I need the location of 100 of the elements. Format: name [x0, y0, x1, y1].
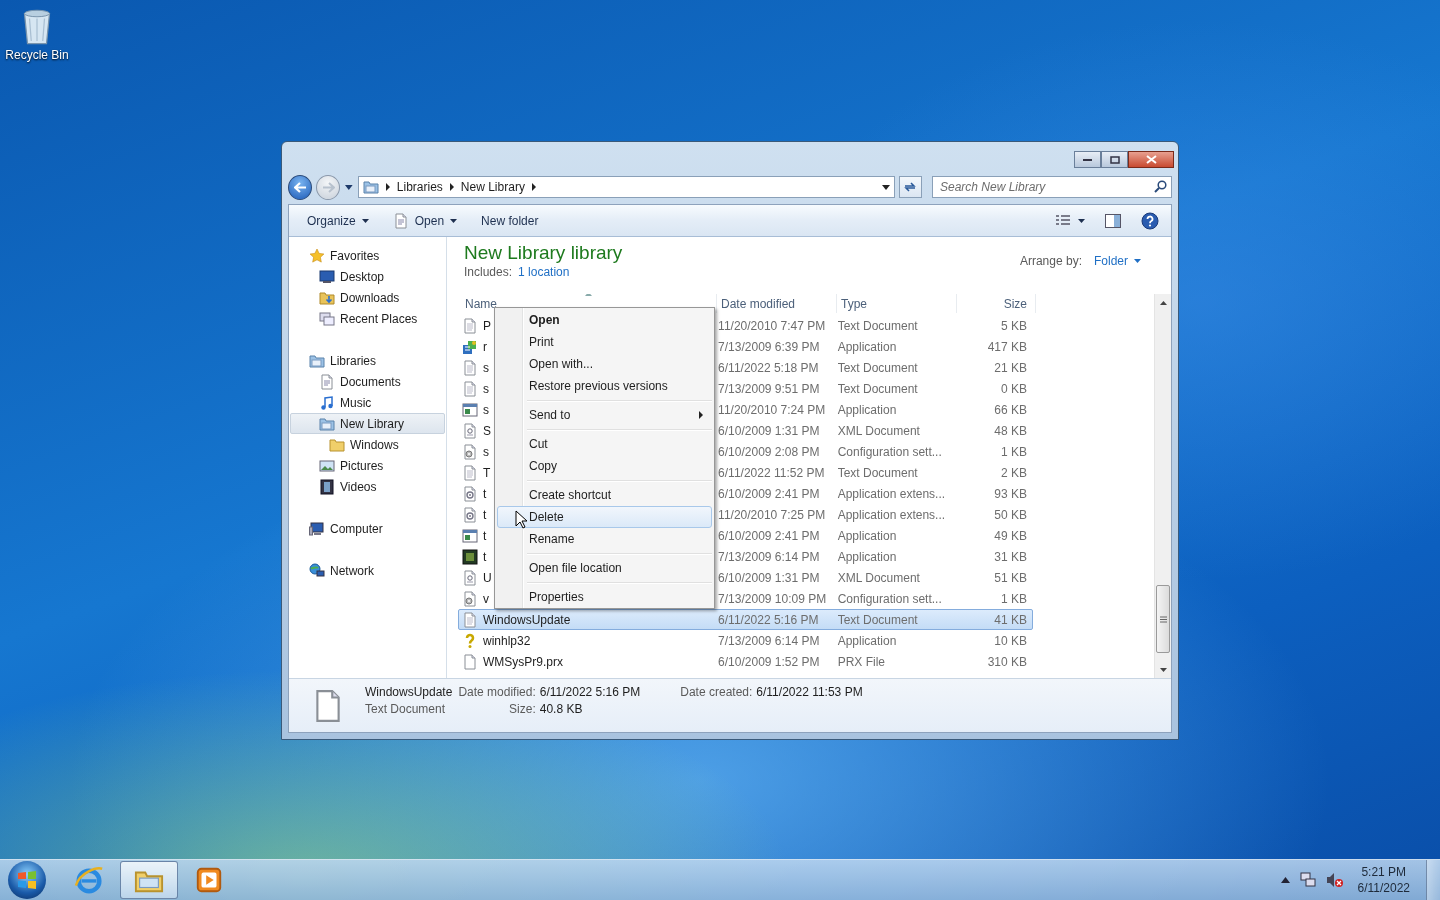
library-icon [309, 352, 325, 369]
nav-item[interactable]: Desktop [290, 266, 445, 287]
nav-item[interactable]: Favorites [290, 245, 445, 266]
menu-item[interactable]: Create shortcut [497, 484, 712, 506]
recent-pages-caret-icon[interactable] [344, 182, 354, 192]
arrange-by-dropdown[interactable]: Folder [1094, 254, 1141, 268]
breadcrumb-arrow-icon[interactable] [448, 183, 455, 191]
locations-link[interactable]: 1 location [518, 265, 570, 279]
file-name[interactable]: s [483, 444, 489, 459]
file-name[interactable]: s [483, 381, 489, 396]
desktop-icon-label[interactable]: Recycle Bin [5, 48, 69, 62]
nav-item[interactable]: Recent Places [290, 308, 445, 329]
minimize-button[interactable] [1074, 151, 1101, 168]
menu-item[interactable]: Cut [497, 433, 712, 455]
file-name[interactable]: U [483, 570, 492, 585]
nav-item[interactable]: Music [290, 392, 445, 413]
refresh-button[interactable] [898, 176, 922, 198]
file-name[interactable]: winhlp32 [483, 633, 531, 648]
breadcrumb-arrow-icon[interactable] [384, 183, 391, 191]
file-name[interactable]: t [483, 528, 487, 543]
nav-item[interactable]: Pictures [290, 455, 445, 476]
type-cell-text: Application [836, 549, 898, 564]
menu-item[interactable]: Delete [497, 506, 712, 528]
menu-item[interactable]: Rename [497, 528, 712, 550]
show-hidden-icons-icon[interactable] [1280, 877, 1290, 883]
toolbar-button[interactable]: Open [382, 208, 468, 233]
breadcrumb[interactable]: Libraries [396, 180, 443, 194]
document-icon [319, 373, 335, 390]
file-name[interactable]: r [483, 339, 487, 354]
menu-item[interactable]: Copy [497, 455, 712, 477]
arrange-by-label: Arrange by: [1019, 254, 1082, 268]
scroll-down-icon[interactable] [1159, 667, 1167, 672]
maximize-icon[interactable] [1109, 155, 1120, 164]
file-name[interactable]: S [483, 423, 491, 438]
caret-icon[interactable] [1078, 218, 1085, 223]
nav-item[interactable]: Videos [290, 476, 445, 497]
caret-icon[interactable] [1134, 259, 1141, 263]
caret-icon[interactable] [361, 218, 369, 223]
menu-item[interactable]: Open with... [497, 353, 712, 375]
nav-item[interactable]: Network [290, 560, 445, 581]
scrollbar[interactable] [1154, 294, 1171, 678]
close-icon[interactable] [1145, 155, 1157, 164]
nav-item[interactable]: Computer [290, 518, 445, 539]
help-icon[interactable] [1141, 211, 1159, 230]
nav-item[interactable]: Documents [290, 371, 445, 392]
back-arrow-icon[interactable] [293, 181, 307, 193]
scrollbar-thumb[interactable] [1156, 585, 1170, 653]
date-cell-text: 7/13/2009 10:09 PM [717, 591, 828, 606]
file-name[interactable]: s [483, 360, 489, 375]
file-name[interactable]: t [483, 486, 487, 501]
column-header[interactable]: Size [957, 294, 1036, 313]
search-field[interactable]: Search New Library [932, 176, 1172, 198]
maximize-button[interactable] [1101, 151, 1128, 168]
nav-item[interactable]: New Library [290, 413, 445, 434]
size-cell-text: 66 KB [993, 402, 1028, 417]
toolbar-button[interactable]: Organize [297, 209, 379, 232]
globe-network-icon [309, 562, 325, 579]
refresh-icon[interactable] [903, 181, 918, 193]
clock-date[interactable]: 6/11/2022 [1357, 880, 1410, 896]
close-button[interactable] [1128, 151, 1174, 168]
column-header[interactable]: Date modified [717, 294, 837, 313]
back-button[interactable] [288, 174, 313, 200]
breadcrumb[interactable]: New Library [460, 180, 525, 194]
scroll-up-icon[interactable] [1159, 300, 1167, 305]
start-button[interactable] [8, 861, 46, 899]
clock-time[interactable]: 5:21 PM [1361, 864, 1407, 880]
menu-item[interactable]: Restore previous versions [497, 375, 712, 397]
menu-item[interactable]: Print [497, 331, 712, 353]
search-icon[interactable] [1154, 180, 1167, 193]
file-name[interactable]: s [483, 402, 489, 417]
list-view-icon[interactable] [1056, 215, 1070, 226]
file-name[interactable]: t [483, 507, 487, 522]
windows-flag-icon[interactable] [16, 869, 38, 891]
history-caret-icon[interactable] [881, 184, 890, 190]
column-header[interactable]: Type [837, 294, 957, 313]
volume-muted-icon[interactable] [1325, 872, 1344, 888]
installer-icon [462, 338, 478, 355]
minimize-icon[interactable] [1083, 158, 1092, 161]
selected-file-row[interactable]: WindowsUpdate 6/11/2022 5:16 PM Text Document 41 KB [458, 609, 1033, 630]
preview-pane-icon[interactable] [1105, 213, 1121, 228]
toolbar-button[interactable]: New folder [471, 209, 549, 232]
network-status-icon[interactable] [1299, 872, 1316, 888]
menu-item[interactable]: Send to [497, 404, 712, 426]
file-name[interactable]: t [483, 549, 487, 564]
menu-item[interactable]: Open file location [497, 557, 712, 579]
breadcrumb-arrow-icon[interactable] [530, 183, 537, 191]
file-name[interactable]: WindowsUpdate [483, 612, 571, 627]
nav-item[interactable]: Libraries [290, 350, 445, 371]
type-cell-text: Text Document [836, 612, 919, 627]
file-name[interactable]: P [483, 318, 491, 333]
taskbar-button[interactable] [120, 861, 178, 899]
file-name[interactable]: T [483, 465, 491, 480]
star-icon [309, 247, 325, 264]
file-name[interactable]: v [483, 591, 489, 606]
nav-item[interactable]: Windows [290, 434, 445, 455]
menu-item[interactable]: Properties [497, 586, 712, 608]
address-bar[interactable]: Libraries New Library [357, 176, 895, 198]
file-name[interactable]: WMSysPr9.prx [483, 654, 563, 669]
caret-icon[interactable] [450, 218, 458, 223]
nav-item[interactable]: Downloads [290, 287, 445, 308]
